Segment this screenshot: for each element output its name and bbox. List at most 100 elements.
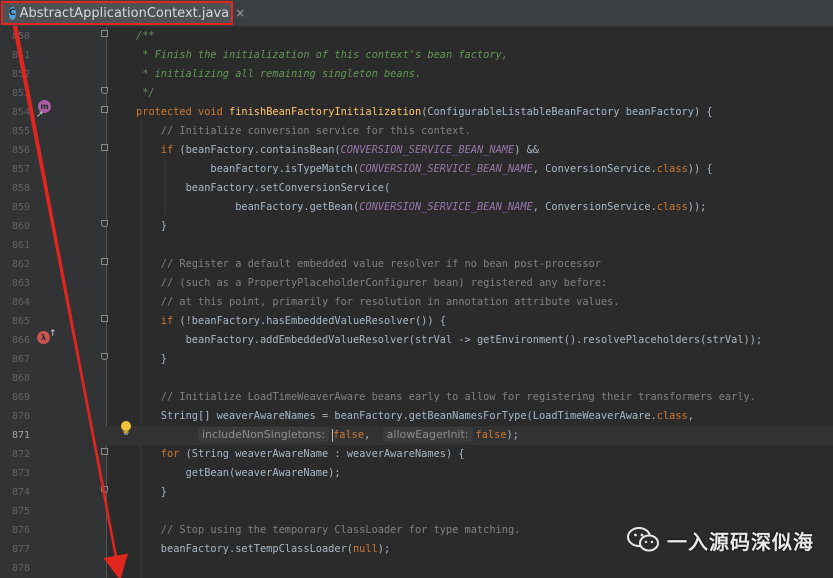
code-line[interactable]: 858 beanFactory.setConversionService( (0, 179, 833, 198)
code-line[interactable]: 875 (0, 502, 833, 521)
code-text[interactable]: /** (136, 27, 155, 46)
code-text[interactable]: for (String weaverAwareName : weaverAwar… (136, 445, 465, 464)
intention-bulb-icon[interactable] (119, 420, 133, 436)
code-line[interactable]: 851 * Finish the initialization of this … (0, 46, 833, 65)
code-text[interactable]: } (136, 217, 167, 236)
fold-end-icon[interactable] (101, 87, 108, 94)
line-number: 869 (11, 392, 30, 403)
line-number: 859 (11, 202, 30, 213)
fold-toggle-icon[interactable] (101, 258, 108, 265)
code-text[interactable]: // (such as a PropertyPlaceholderConfigu… (136, 274, 607, 293)
code-text[interactable]: // at this point, primarily for resoluti… (136, 293, 620, 312)
code-area[interactable]: 850 /** 851 * Finish the initialization of… (0, 27, 833, 578)
code-token: String[] weaverAwareNames = beanFactory.… (136, 410, 657, 422)
code-token: ); (377, 543, 391, 555)
code-text[interactable]: } (136, 483, 167, 502)
code-line[interactable]: 857 beanFactory.isTypeMatch(CONVERSION_S… (0, 160, 833, 179)
fold-end-icon[interactable] (101, 486, 108, 493)
fold-toggle-icon[interactable] (101, 144, 108, 151)
code-line[interactable]: 856 if (beanFactory.containsBean(CONVERS… (0, 141, 833, 160)
line-number: 864 (11, 297, 30, 308)
code-line[interactable]: 853 */ (0, 84, 833, 103)
code-token: } (136, 486, 167, 498)
code-line[interactable]: 859 beanFactory.getBean(CONVERSION_SERVI… (0, 198, 833, 217)
code-token: beanFactory.addEmbeddedValueResolver(str… (136, 334, 763, 346)
code-text[interactable]: getBean(weaverAwareName); (136, 464, 341, 483)
code-token: // Initialize conversion service for thi… (136, 125, 471, 137)
code-text[interactable]: // Initialize conversion service for thi… (136, 122, 471, 141)
code-token: // Stop using the temporary ClassLoader … (136, 524, 521, 536)
code-text[interactable]: includeNonSingletons: false, allowEagerIn… (136, 426, 519, 445)
line-number: 871 (11, 430, 30, 441)
code-text[interactable]: */ (136, 84, 154, 103)
code-text[interactable]: // Initialize LoadTimeWeaverAware beans … (136, 388, 756, 407)
code-token: * initializing all remaining singleton b… (136, 68, 422, 80)
code-text[interactable]: beanFactory.setTempClassLoader(null); (136, 540, 390, 559)
code-token: beanFactory.isTypeMatch( (136, 163, 360, 175)
class-icon: C (9, 6, 16, 20)
line-number: 863 (11, 278, 30, 289)
code-line[interactable]: 852 * initializing all remaining singlet… (0, 65, 833, 84)
code-text[interactable]: beanFactory.setConversionService( (136, 179, 391, 198)
code-text[interactable]: beanFactory.addEmbeddedValueResolver(str… (136, 331, 763, 350)
fold-toggle-icon[interactable] (101, 315, 108, 322)
code-text[interactable]: protected void finishBeanFactoryInitiali… (136, 103, 713, 122)
code-token: beanFactory.getBean( (136, 201, 360, 213)
tab-title: AbstractApplicationContext.java (19, 5, 230, 21)
code-line[interactable]: 863 // (such as a PropertyPlaceholderCon… (0, 274, 833, 293)
code-token: } (136, 353, 167, 365)
code-line[interactable]: 864 // at this point, primarily for reso… (0, 293, 833, 312)
fold-toggle-icon[interactable] (101, 448, 108, 455)
code-token: beanFactory.setTempClassLoader( (136, 543, 353, 555)
code-line[interactable]: 861 (0, 236, 833, 255)
code-text[interactable]: String[] weaverAwareNames = beanFactory.… (136, 407, 694, 426)
line-number: 852 (11, 69, 30, 80)
code-text[interactable]: if (beanFactory.containsBean(CONVERSION_… (136, 141, 539, 160)
code-line[interactable]: 869 // Initialize LoadTimeWeaverAware be… (0, 388, 833, 407)
code-line[interactable]: 866 beanFactory.addEmbeddedValueResolver… (0, 331, 833, 350)
line-number: 872 (11, 449, 30, 460)
code-line[interactable]: 862 // Register a default embedded value… (0, 255, 833, 274)
code-text[interactable]: // Stop using the temporary ClassLoader … (136, 521, 521, 540)
line-number: 866 (11, 335, 30, 346)
code-line[interactable]: 872 for (String weaverAwareName : weaver… (0, 445, 833, 464)
code-line[interactable]: 873 getBean(weaverAwareName); (0, 464, 833, 483)
code-line[interactable]: 874 } (0, 483, 833, 502)
line-number: 876 (11, 525, 30, 536)
code-line[interactable]: 867 } (0, 350, 833, 369)
code-line[interactable]: 860 } (0, 217, 833, 236)
code-token: beanFactory.setConversionService( (136, 182, 391, 194)
code-text[interactable]: * initializing all remaining singleton b… (136, 65, 421, 84)
code-text[interactable]: if (!beanFactory.hasEmbeddedValueResolve… (136, 312, 446, 331)
code-text[interactable]: } (136, 350, 167, 369)
line-number: 861 (11, 240, 30, 251)
code-text[interactable]: beanFactory.isTypeMatch(CONVERSION_SERVI… (136, 160, 712, 179)
code-token: , (364, 429, 383, 441)
code-line[interactable]: 878 (0, 559, 833, 578)
code-line[interactable]: 850 /** (0, 27, 833, 46)
code-text[interactable]: // Register a default embedded value res… (136, 255, 601, 274)
code-line[interactable]: 854 protected void finishBeanFactoryIniti… (0, 103, 833, 122)
fold-end-icon[interactable] (101, 353, 108, 360)
code-token: for (136, 448, 186, 460)
code-token: /** (136, 30, 155, 42)
fold-toggle-icon[interactable] (101, 106, 108, 113)
code-line[interactable]: 868 (0, 369, 833, 388)
code-line[interactable]: 865 if (!beanFactory.hasEmbeddedValueRes… (0, 312, 833, 331)
wechat-icon (627, 527, 659, 552)
parameter-hint: includeNonSingletons: (198, 427, 330, 442)
code-text[interactable]: beanFactory.getBean(CONVERSION_SERVICE_B… (136, 198, 706, 217)
code-text[interactable]: * Finish the initialization of this cont… (136, 46, 508, 65)
code-token: )); (687, 201, 707, 213)
fold-end-icon[interactable] (101, 220, 108, 227)
editor-tab-abstract-application-context[interactable]: C AbstractApplicationContext.java × (1, 1, 245, 25)
code-line[interactable]: 855 // Initialize conversion service for… (0, 122, 833, 141)
code-token: (!beanFactory.hasEmbeddedValueResolver()… (179, 315, 446, 327)
line-number: 878 (11, 563, 30, 574)
code-token: protected void (136, 106, 229, 118)
close-icon[interactable]: × (235, 6, 245, 20)
code-token: ); (506, 429, 519, 441)
code-token: // Register a default embedded value res… (136, 258, 601, 270)
fold-toggle-icon[interactable] (101, 30, 108, 37)
